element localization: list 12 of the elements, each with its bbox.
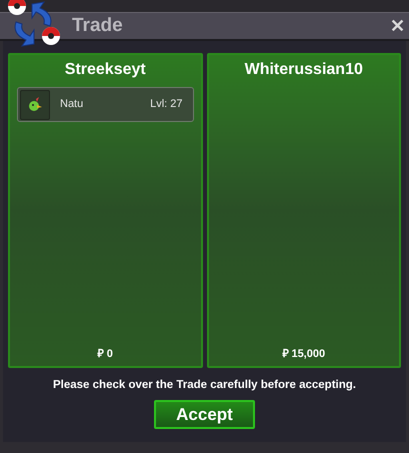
pokemon-item[interactable]: Natu Lvl: 27: [17, 87, 194, 122]
money-amount: ₽ 15,000: [282, 346, 326, 362]
notice-text: Please check over the Trade carefully before accepting.: [53, 378, 356, 393]
accept-button[interactable]: Accept: [154, 400, 255, 430]
creature-icon: [20, 90, 50, 120]
player-name: Streekseyt: [64, 60, 146, 80]
money-amount: ₽ 0: [98, 346, 113, 362]
pokemon-name: Natu: [60, 97, 84, 112]
close-button[interactable]: ✕: [390, 17, 405, 35]
window-title: Trade: [72, 14, 123, 38]
pokemon-level: Lvl: 27: [150, 97, 182, 112]
player-name: Whiterussian10: [244, 60, 363, 80]
